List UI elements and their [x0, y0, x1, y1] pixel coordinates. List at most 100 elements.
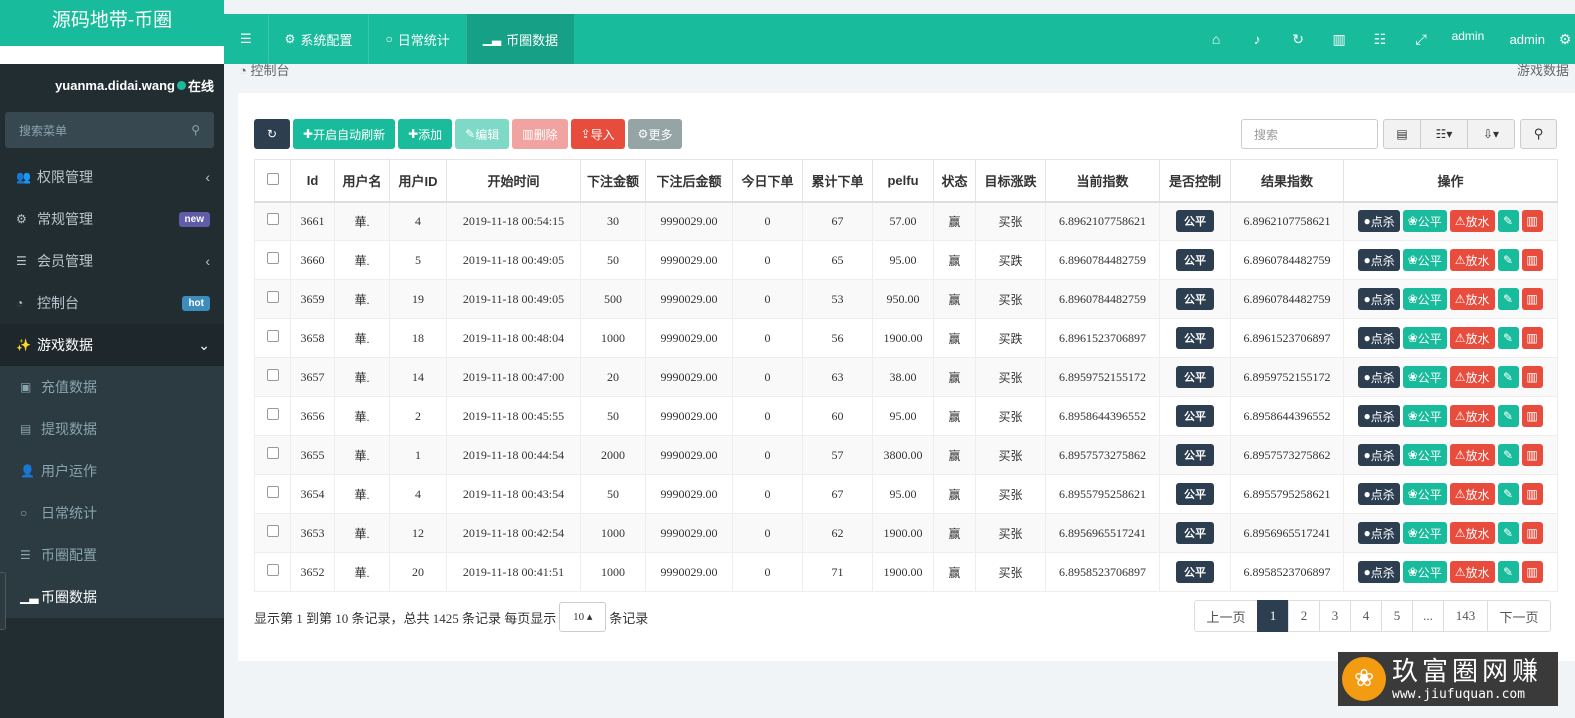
table-row[interactable]: 3657 華. 14 2019-11-18 00:47:00 20 9990029.00 0…	[254, 357, 1558, 397]
kill-button[interactable]: ● 点杀	[1358, 444, 1400, 466]
home-icon[interactable]: ⌂	[1196, 31, 1237, 47]
sidebar-item-members[interactable]: ☰ 会员管理 ‹	[0, 240, 224, 282]
row-delete-button[interactable]: ▥	[1521, 210, 1543, 233]
row-checkbox[interactable]	[266, 252, 279, 264]
row-edit-button[interactable]: ✎	[1497, 288, 1519, 310]
col-header[interactable]: 开始时间	[446, 159, 581, 203]
next-page-button[interactable]: 下一页	[1487, 600, 1551, 632]
table-row[interactable]: 3655 華. 1 2019-11-18 00:44:54 2000 9990029.00…	[254, 435, 1558, 475]
row-edit-button[interactable]: ✎	[1497, 522, 1519, 544]
row-edit-button[interactable]: ✎	[1497, 249, 1519, 271]
fair-button[interactable]: ❀ 公平	[1402, 366, 1447, 388]
refresh-button[interactable]: ↻	[254, 119, 290, 149]
row-edit-button[interactable]: ✎	[1497, 327, 1519, 349]
row-delete-button[interactable]: ▥	[1521, 327, 1543, 349]
col-header[interactable]: 结果指数	[1230, 159, 1344, 203]
search-button[interactable]: ⚲	[1520, 119, 1557, 149]
kill-button[interactable]: ● 点杀	[1358, 483, 1400, 505]
col-header[interactable]: 是否控制	[1159, 159, 1231, 203]
col-header[interactable]: pelfu	[872, 159, 934, 203]
kill-button[interactable]: ● 点杀	[1358, 327, 1400, 349]
col-header[interactable]: 状态	[933, 159, 976, 203]
row-checkbox[interactable]	[266, 369, 279, 381]
fair-button[interactable]: ❀ 公平	[1402, 249, 1447, 271]
sidebar-item-permissions[interactable]: 👥 权限管理 ‹	[0, 156, 224, 198]
page-button[interactable]: 143	[1443, 600, 1488, 632]
sidebar-search-input[interactable]: 搜索菜单 ⚲	[5, 112, 214, 148]
col-header[interactable]: Id	[290, 159, 335, 203]
row-checkbox[interactable]	[266, 447, 279, 459]
fair-button[interactable]: ❀ 公平	[1402, 327, 1447, 349]
page-button[interactable]: 3	[1319, 600, 1351, 632]
kill-button[interactable]: ● 点杀	[1358, 366, 1400, 388]
table-row[interactable]: 3658 華. 18 2019-11-18 00:48:04 1000 9990029.0…	[254, 318, 1558, 358]
add-button[interactable]: ✚ 添加	[398, 119, 453, 149]
prev-page-button[interactable]: 上一页	[1194, 600, 1258, 632]
release-button[interactable]: ⚠ 放水	[1449, 366, 1495, 388]
row-delete-button[interactable]: ▥	[1521, 405, 1543, 427]
row-checkbox[interactable]	[266, 486, 279, 498]
row-checkbox[interactable]	[266, 525, 279, 537]
sidebar-item-coin-data[interactable]: ▁▃ 币圈数据	[0, 576, 224, 618]
auto-refresh-button[interactable]: ✚ 开启自动刷新	[293, 119, 396, 149]
row-edit-button[interactable]: ✎	[1497, 444, 1519, 466]
row-edit-button[interactable]: ✎	[1497, 210, 1519, 233]
settings-gear-icon[interactable]: ⚙	[1555, 31, 1575, 48]
row-delete-button[interactable]: ▥	[1521, 249, 1543, 271]
admin-menu[interactable]: admin admin	[1442, 14, 1555, 64]
import-button[interactable]: ⇪ 导入	[570, 119, 625, 149]
release-button[interactable]: ⚠ 放水	[1449, 522, 1495, 544]
kill-button[interactable]: ● 点杀	[1358, 210, 1400, 233]
sidebar-item-withdraw[interactable]: ▤ 提现数据	[0, 408, 224, 450]
search-icon[interactable]: ⚲	[191, 123, 200, 137]
release-button[interactable]: ⚠ 放水	[1449, 561, 1495, 583]
page-button[interactable]: 4	[1350, 600, 1382, 632]
row-checkbox[interactable]	[266, 408, 279, 420]
page-button[interactable]: 5	[1381, 600, 1413, 632]
table-row[interactable]: 3653 華. 12 2019-11-18 00:42:54 1000 9990029.0…	[254, 513, 1558, 553]
sidebar-item-user-ops[interactable]: 👤 用户运作	[0, 450, 224, 492]
row-checkbox[interactable]	[266, 213, 279, 226]
table-row[interactable]: 3654 華. 4 2019-11-18 00:43:54 50 9990029.00 0 6…	[254, 474, 1558, 514]
tab-coin-data[interactable]: ▁▃ 币圈数据	[465, 14, 575, 64]
row-delete-button[interactable]: ▥	[1521, 444, 1543, 466]
language-icon[interactable]: ☷	[1360, 31, 1401, 48]
row-checkbox[interactable]	[266, 330, 279, 342]
col-header[interactable]: 当前指数	[1045, 159, 1160, 203]
release-button[interactable]: ⚠ 放水	[1449, 210, 1495, 233]
release-button[interactable]: ⚠ 放水	[1449, 405, 1495, 427]
table-row[interactable]: 3659 華. 19 2019-11-18 00:49:05 500 9990029.00…	[254, 279, 1558, 319]
row-delete-button[interactable]: ▥	[1521, 288, 1543, 310]
fair-button[interactable]: ❀ 公平	[1402, 522, 1447, 544]
kill-button[interactable]: ● 点杀	[1358, 405, 1400, 427]
export-button[interactable]: ⇩▾	[1467, 119, 1515, 149]
release-button[interactable]: ⚠ 放水	[1449, 288, 1495, 310]
release-button[interactable]: ⚠ 放水	[1449, 327, 1495, 349]
kill-button[interactable]: ● 点杀	[1358, 288, 1400, 310]
row-delete-button[interactable]: ▥	[1521, 561, 1543, 583]
page-size-select[interactable]: 10 ▴	[559, 602, 607, 632]
kill-button[interactable]: ● 点杀	[1358, 522, 1400, 544]
kill-button[interactable]: ● 点杀	[1358, 561, 1400, 583]
sidebar-item-dashboard[interactable]: ◔ 控制台 hot	[0, 282, 224, 324]
fair-button[interactable]: ❀ 公平	[1402, 210, 1447, 233]
toggle-view-button[interactable]: ▤	[1383, 119, 1421, 149]
page-button[interactable]: 2	[1288, 600, 1320, 632]
col-header[interactable]: 用户名	[334, 159, 390, 203]
sidebar-item-general[interactable]: ⚙ 常规管理 new	[0, 198, 224, 240]
page-button[interactable]: 1	[1257, 600, 1289, 632]
row-edit-button[interactable]: ✎	[1497, 366, 1519, 388]
table-search-input[interactable]: 搜索	[1241, 119, 1378, 149]
fair-button[interactable]: ❀ 公平	[1402, 444, 1447, 466]
col-header[interactable]: 累计下单	[802, 159, 873, 203]
kill-button[interactable]: ● 点杀	[1358, 249, 1400, 271]
row-edit-button[interactable]: ✎	[1497, 561, 1519, 583]
sidebar-item-recharge[interactable]: ▣ 充值数据	[0, 366, 224, 408]
sidebar-item-coin-config[interactable]: ☰ 币圈配置	[0, 534, 224, 576]
more-button[interactable]: ⚙ 更多	[627, 119, 683, 149]
breadcrumb-item[interactable]: 控制台	[250, 63, 289, 78]
table-row[interactable]: 3652 華. 20 2019-11-18 00:41:51 1000 9990029.0…	[254, 552, 1558, 592]
release-button[interactable]: ⚠ 放水	[1449, 483, 1495, 505]
fair-button[interactable]: ❀ 公平	[1402, 405, 1447, 427]
row-checkbox[interactable]	[266, 564, 279, 576]
